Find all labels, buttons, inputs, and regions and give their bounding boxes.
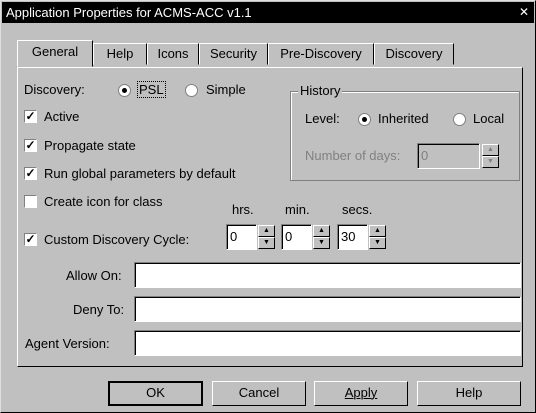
secs-label: secs. xyxy=(342,202,373,217)
spin-down-icon[interactable]: ▼ xyxy=(258,237,275,249)
run-global-checkbox[interactable]: ✓ xyxy=(24,167,37,180)
tab-icons[interactable]: Icons xyxy=(147,43,199,65)
help-button[interactable]: Help xyxy=(417,381,521,406)
spin-up-icon[interactable]: ▲ xyxy=(258,225,275,237)
window-title: Application Properties for ACMS-ACC v1.1 xyxy=(6,5,252,20)
level-inherited-radio[interactable] xyxy=(358,113,371,126)
allow-on-label: Allow On: xyxy=(66,268,122,283)
agent-version-label: Agent Version: xyxy=(25,336,110,351)
create-icon-checkbox[interactable] xyxy=(24,195,37,208)
seconds-spinner[interactable]: ▲ ▼ xyxy=(369,225,386,249)
deny-to-label: Deny To: xyxy=(73,302,125,317)
discovery-label: Discovery: xyxy=(24,82,85,97)
minutes-input[interactable]: 0 xyxy=(281,224,312,250)
number-of-days-spinner: ▲ ▼ xyxy=(482,144,499,168)
allow-on-input[interactable] xyxy=(134,262,521,288)
hours-spinner[interactable]: ▲ ▼ xyxy=(258,225,275,249)
level-label: Level: xyxy=(305,111,340,126)
number-of-days-label: Number of days: xyxy=(305,148,401,163)
hours-input[interactable]: 0 xyxy=(226,224,257,250)
history-title: History xyxy=(298,83,343,98)
title-bar[interactable]: Application Properties for ACMS-ACC v1.1… xyxy=(2,2,534,23)
level-local-label[interactable]: Local xyxy=(473,111,504,126)
ok-button[interactable]: OK xyxy=(108,381,203,406)
active-checkbox[interactable]: ✓ xyxy=(24,110,37,123)
tab-security[interactable]: Security xyxy=(199,43,268,65)
spin-down-icon[interactable]: ▼ xyxy=(369,237,386,249)
active-label[interactable]: Active xyxy=(44,109,79,124)
properties-dialog: Application Properties for ACMS-ACC v1.1… xyxy=(0,0,536,413)
cancel-button[interactable]: Cancel xyxy=(212,381,306,406)
deny-to-input[interactable] xyxy=(134,296,521,322)
propagate-state-checkbox[interactable]: ✓ xyxy=(24,139,37,152)
apply-button[interactable]: Apply xyxy=(314,381,408,406)
discovery-psl-radio[interactable] xyxy=(118,84,131,97)
tab-discovery[interactable]: Discovery xyxy=(374,43,454,65)
discovery-simple-label[interactable]: Simple xyxy=(206,82,246,97)
create-icon-label[interactable]: Create icon for class xyxy=(44,194,163,209)
tab-pre-discovery[interactable]: Pre-Discovery xyxy=(268,43,374,65)
custom-cycle-checkbox[interactable]: ✓ xyxy=(24,233,37,246)
discovery-simple-radio[interactable] xyxy=(185,84,198,97)
tab-help[interactable]: Help xyxy=(93,43,147,65)
agent-version-input[interactable] xyxy=(134,330,521,356)
discovery-psl-label[interactable]: PSL xyxy=(137,81,166,98)
number-of-days-field: 0 xyxy=(417,143,480,169)
custom-cycle-label[interactable]: Custom Discovery Cycle: xyxy=(44,232,189,247)
propagate-state-label[interactable]: Propagate state xyxy=(44,138,136,153)
run-global-label[interactable]: Run global parameters by default xyxy=(44,166,236,181)
spin-up-icon: ▲ xyxy=(482,144,499,156)
seconds-input[interactable]: 30 xyxy=(337,224,368,250)
spin-down-icon: ▼ xyxy=(482,156,499,168)
spin-up-icon[interactable]: ▲ xyxy=(313,225,330,237)
minutes-spinner[interactable]: ▲ ▼ xyxy=(313,225,330,249)
level-local-radio[interactable] xyxy=(453,113,466,126)
close-icon[interactable]: ✕ xyxy=(517,5,531,19)
spin-down-icon[interactable]: ▼ xyxy=(313,237,330,249)
tab-general[interactable]: General xyxy=(17,40,93,67)
level-inherited-label[interactable]: Inherited xyxy=(378,111,429,126)
hrs-label: hrs. xyxy=(232,202,254,217)
spin-up-icon[interactable]: ▲ xyxy=(369,225,386,237)
min-label: min. xyxy=(285,202,310,217)
